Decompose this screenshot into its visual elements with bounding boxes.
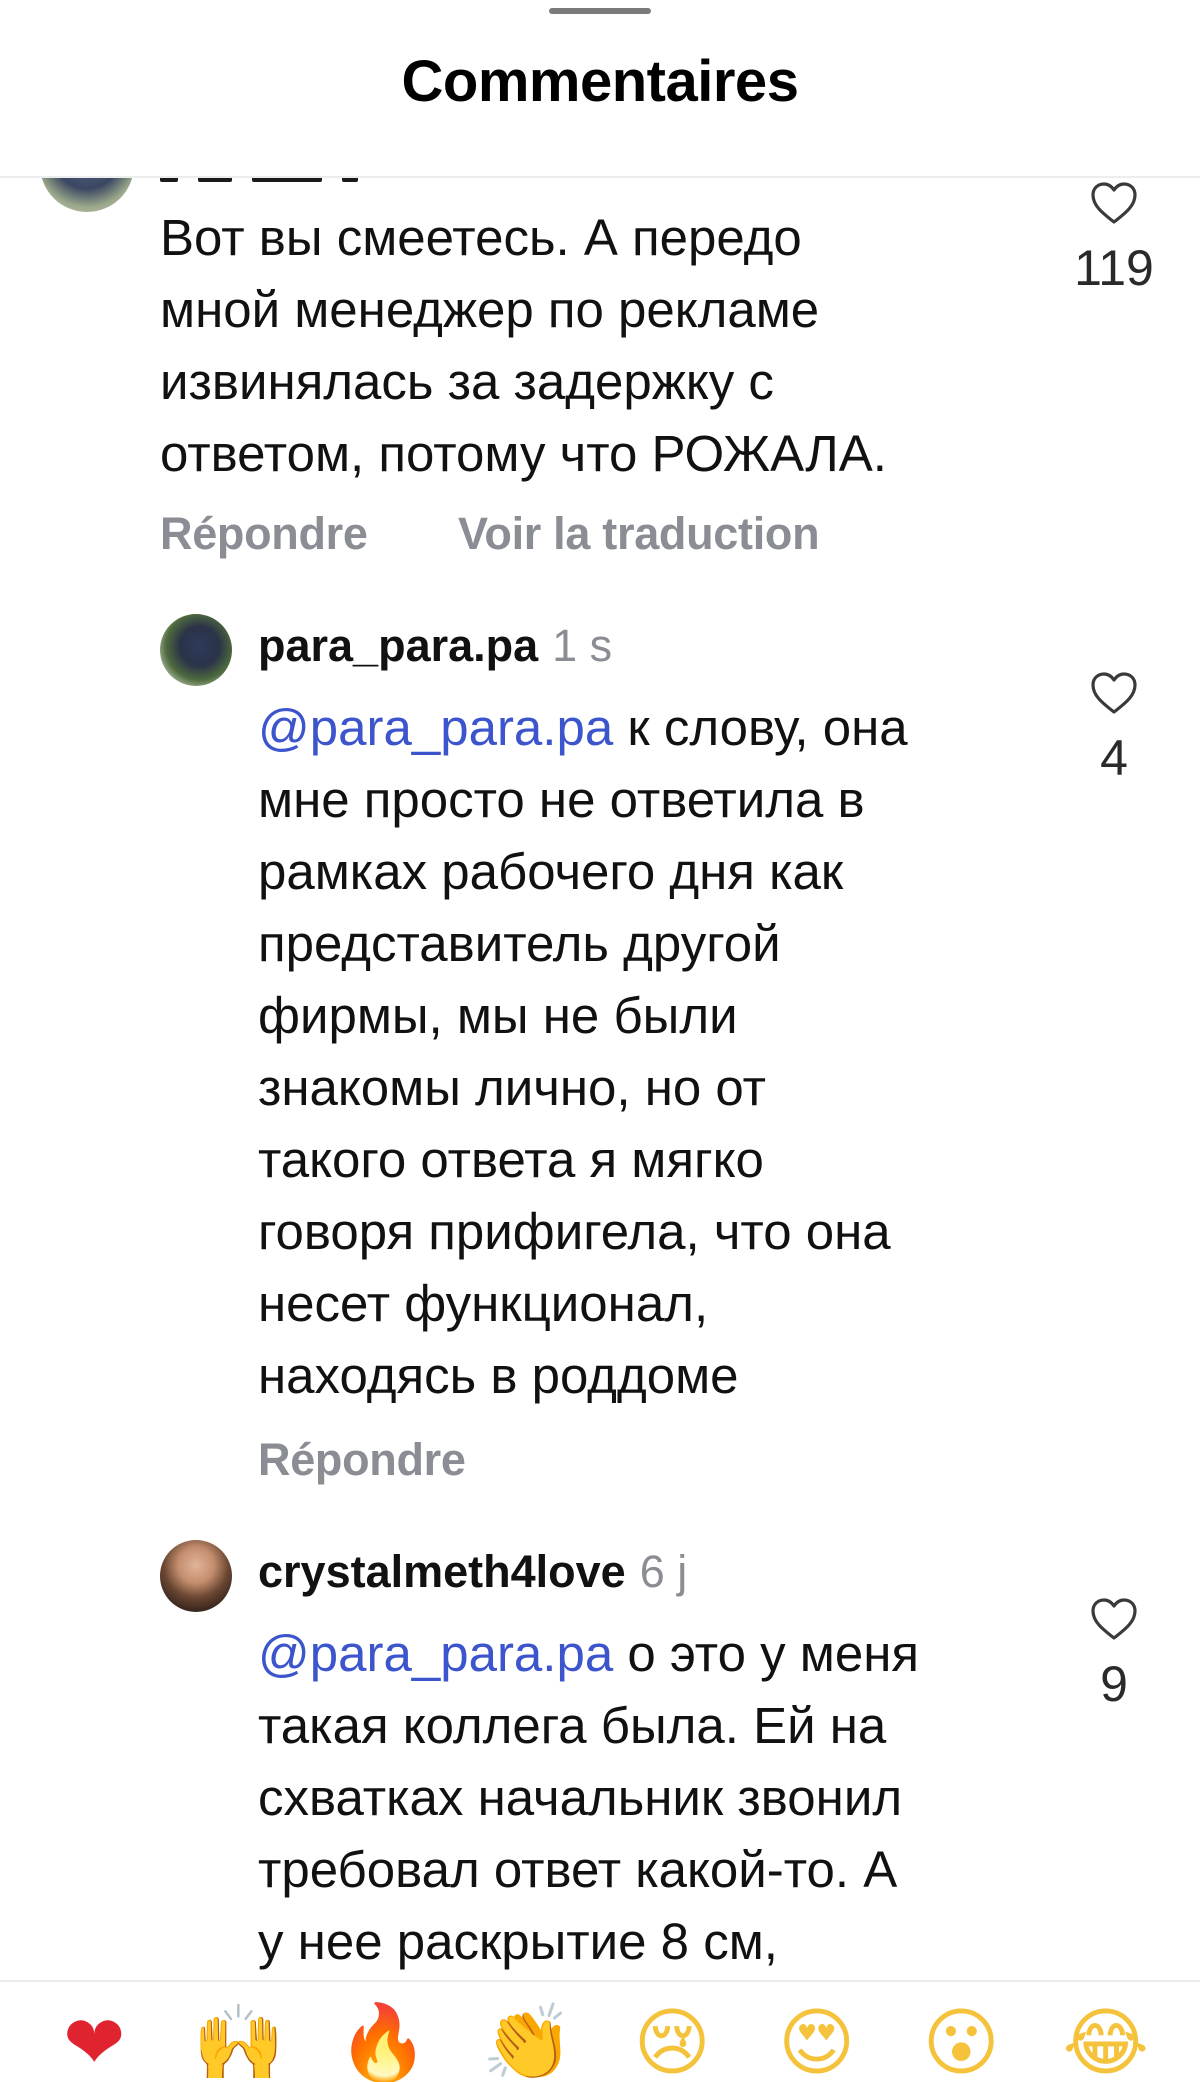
surprised-face-emoji[interactable]: 😮 (911, 1994, 1011, 2082)
mention-link[interactable]: @para_para.pa (258, 699, 613, 756)
heart-outline-icon[interactable] (1089, 1596, 1139, 1642)
fire-emoji[interactable]: 🔥 (333, 1994, 433, 2082)
comments-list[interactable]: Вот вы смеетесь. А передо мной менеджер … (0, 178, 1200, 1980)
heart-eyes-emoji[interactable]: 😍 (767, 1994, 867, 2082)
reaction-bar-divider (0, 1980, 1200, 1982)
clapping-hands-emoji[interactable]: 👏 (478, 1994, 578, 2082)
timestamp: 6 j (639, 1546, 688, 1597)
heart-emoji[interactable]: ❤ (44, 1994, 144, 2082)
tears-of-joy-emoji[interactable]: 😂 (1056, 1994, 1156, 2082)
comment-header: para_para.pa 1 s (258, 618, 612, 674)
reply-button[interactable]: Répondre (160, 508, 368, 560)
reply-button[interactable]: Répondre (258, 1434, 466, 1486)
cut-off-username (160, 178, 520, 182)
heart-outline-icon[interactable] (1089, 670, 1139, 716)
comment-text: к слову, она мне просто не ответила в ра… (258, 699, 908, 1404)
like-count: 119 (1074, 240, 1154, 296)
heart-outline-icon[interactable] (1089, 180, 1139, 226)
like-control[interactable]: 119 (1054, 180, 1174, 298)
raising-hands-emoji[interactable]: 🙌 (189, 1994, 289, 2082)
mention-link[interactable]: @para_para.pa (258, 1625, 613, 1682)
comment-body: @para_para.pa о это у меня такая коллега… (258, 1618, 1058, 1978)
username[interactable]: para_para.pa (258, 620, 538, 671)
avatar[interactable] (160, 614, 232, 686)
comment-text: Вот вы смеетесь. А передо мной менеджер … (160, 209, 887, 482)
username[interactable]: crystalmeth4love (258, 1546, 626, 1597)
avatar[interactable] (40, 178, 134, 212)
page-title: Commentaires (401, 49, 799, 114)
like-count: 4 (1100, 730, 1128, 786)
timestamp: 1 s (552, 620, 613, 671)
like-count: 9 (1100, 1656, 1128, 1712)
like-control[interactable]: 4 (1054, 670, 1174, 788)
sheet-grabber-handle[interactable] (549, 8, 651, 14)
comment-header: crystalmeth4love 6 j (258, 1544, 687, 1600)
like-control[interactable]: 9 (1054, 1596, 1174, 1714)
avatar[interactable] (160, 1540, 232, 1612)
comment-body: @para_para.pa к слову, она мне просто не… (258, 692, 1058, 1412)
comments-sheet: Commentaires Вот вы смеетесь. А передо м… (0, 0, 1200, 2082)
see-translation-button[interactable]: Voir la traduction (458, 508, 820, 560)
crying-face-emoji[interactable]: 😢 (622, 1994, 722, 2082)
quick-reaction-bar: ❤ 🙌 🔥 👏 😢 😍 😮 😂 (0, 1984, 1200, 2082)
